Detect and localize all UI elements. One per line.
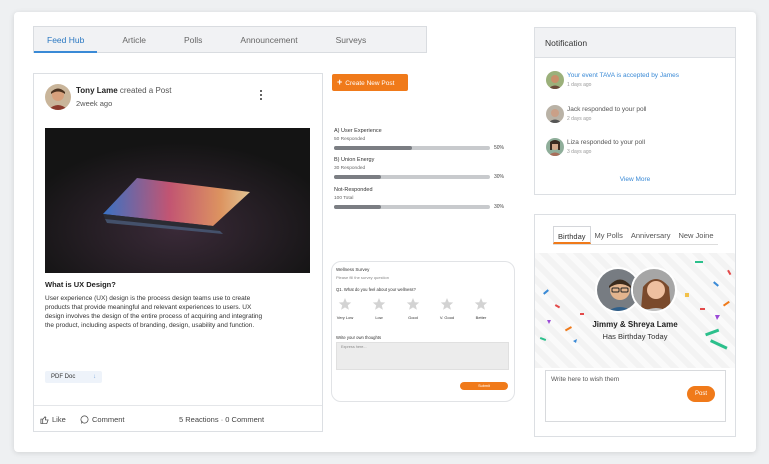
notification-text: Your event TAVA is accepted by James [567, 72, 680, 79]
confetti-background [535, 253, 735, 368]
post-body: User experience (UX) design is the proce… [45, 295, 263, 329]
poll-progress-bar [334, 146, 490, 150]
notification-item[interactable]: Jack responded to your poll 2 days ago [546, 105, 726, 129]
create-new-post-button[interactable]: + Create New Post [332, 74, 408, 91]
notification-time: 2 days ago [567, 116, 592, 122]
thumbs-up-icon [40, 416, 49, 424]
notification-header: Notification [535, 28, 735, 58]
tab-article[interactable]: Article [109, 27, 159, 52]
post-button[interactable]: Post [687, 386, 715, 402]
attachment-label: PDF Doc [51, 374, 76, 380]
poll-responded: 30 Responded [334, 166, 366, 171]
poll-question: B) Union Energy [334, 157, 375, 163]
notification-text: Jack responded to your poll [567, 106, 647, 113]
post-image [45, 128, 310, 273]
tab-polls[interactable]: Polls [171, 27, 215, 52]
star-icon[interactable] [440, 297, 454, 311]
poll-question: A) User Experience [334, 128, 382, 134]
tab-my-polls[interactable]: My Polls [591, 226, 627, 244]
tab-announcement[interactable]: Announcement [227, 27, 310, 52]
post-stats: 5 Reactions · 0 Comment [179, 415, 265, 424]
poll-percent: 30% [494, 174, 505, 180]
poll-question: Not-Responded [334, 187, 373, 193]
tab-new-joine[interactable]: New Joine [674, 226, 717, 244]
plus-icon: + [337, 77, 343, 87]
notification-panel: Notification Your event TAVA is accepted… [534, 27, 736, 195]
create-post-label: Create New Post [345, 80, 395, 87]
author-name[interactable]: Tony Lame [76, 86, 118, 95]
avatar [546, 71, 564, 89]
birthday-message: Has Birthday Today [602, 332, 668, 341]
poll-percent: 30% [494, 204, 505, 210]
rating-label: V. Good [439, 315, 455, 320]
notification-item[interactable]: Your event TAVA is accepted by James 1 d… [546, 71, 726, 95]
birthday-panel: Birthday My Polls Anniversary New Joine … [534, 214, 736, 437]
poll-responded: 100 Total [334, 196, 354, 201]
poll-fill [334, 175, 381, 179]
comment-button[interactable]: Comment [80, 415, 125, 424]
avatar [546, 138, 564, 156]
submit-button[interactable]: Submit [460, 382, 508, 390]
tab-birthday[interactable]: Birthday [553, 226, 591, 244]
thoughts-label: Write your own thoughts [336, 335, 382, 340]
survey-question: Q1. What do you feel about your wellness… [336, 287, 416, 292]
poll-responded: 50 Responded [334, 137, 366, 142]
rating-label: Good [408, 315, 418, 320]
poll-percent: 50% [494, 145, 505, 151]
tab-surveys[interactable]: Surveys [323, 27, 380, 52]
rating-label: Better [475, 315, 487, 320]
poll-progress-bar [334, 205, 490, 209]
notification-time: 3 days ago [567, 149, 592, 155]
rating-label: Low [375, 315, 383, 320]
view-more-link[interactable]: View More [535, 176, 735, 183]
poll-progress-bar [334, 175, 490, 179]
avatar [546, 105, 564, 123]
notification-item[interactable]: Liza responded to your poll 3 days ago [546, 138, 726, 162]
post-title: What is UX Design? [45, 280, 116, 289]
birthday-tabs: Birthday My Polls Anniversary New Joine [553, 226, 718, 245]
notification-text: Liza responded to your poll [567, 139, 646, 146]
birthday-names: Jimmy & Shreya Lame [592, 320, 678, 329]
notification-time: 1 days ago [567, 82, 592, 88]
like-label: Like [52, 415, 66, 424]
like-button[interactable]: Like [40, 415, 66, 424]
rating-label: Very Low [336, 315, 354, 320]
comment-icon [80, 415, 89, 424]
post-time: 2week ago [76, 99, 113, 108]
poll-option: B) Union Energy 30 Responded 30% [334, 157, 509, 180]
post-action: created a Post [119, 86, 172, 95]
survey-title: Wellness Survey [336, 267, 370, 272]
thoughts-textarea[interactable]: Express here... [336, 342, 509, 370]
wish-placeholder: Write here to wish them [551, 376, 620, 383]
star-icon[interactable] [474, 297, 488, 311]
comment-label: Comment [92, 415, 125, 424]
survey-subtitle: Please fill the survey question [336, 275, 389, 280]
post-card: Tony Lame created a Post 2week ago What … [33, 73, 323, 432]
post-footer: Like Comment 5 Reactions · 0 Comment [34, 405, 322, 433]
author-avatar[interactable] [45, 84, 71, 110]
wellness-survey-card: Wellness Survey Please fill the survey q… [331, 261, 515, 402]
tab-anniversary[interactable]: Anniversary [627, 226, 675, 244]
feed-tabs: Feed Hub Article Polls Announcement Surv… [33, 26, 427, 53]
star-icon[interactable] [372, 297, 386, 311]
tab-feed-hub[interactable]: Feed Hub [34, 27, 98, 53]
avatar [631, 267, 677, 313]
poll-fill [334, 146, 412, 150]
download-icon[interactable]: ↓ [93, 371, 96, 383]
pdf-attachment[interactable]: PDF Doc ↓ [45, 371, 102, 383]
poll-option: A) User Experience 50 Responded 50% [334, 128, 509, 151]
star-icon[interactable] [406, 297, 420, 311]
poll-option: Not-Responded 100 Total 30% [334, 187, 509, 210]
poll-fill [334, 205, 381, 209]
more-options-icon[interactable] [260, 90, 264, 102]
star-icon[interactable] [338, 297, 352, 311]
